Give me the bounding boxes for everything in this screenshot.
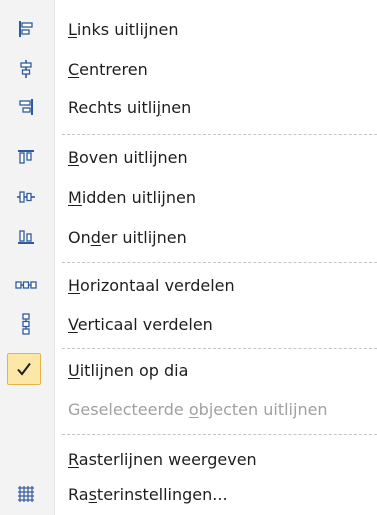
menu-item-grid-settings[interactable]: Rasterinstellingen...: [0, 476, 377, 514]
align-left-icon: [13, 16, 39, 42]
menu-separator: [62, 134, 377, 135]
menu-item-align-right[interactable]: Rechts uitlijnen: [0, 89, 377, 127]
menu-item-label: Verticaal verdelen: [68, 315, 213, 334]
menu-item-label: Horizontaal verdelen: [68, 276, 235, 295]
align-right-icon: [13, 94, 39, 120]
menu-separator: [62, 348, 377, 349]
menu-item-label: Midden uitlijnen: [68, 188, 196, 207]
menu-item-align-bottom[interactable]: Onder uitlijnen: [0, 219, 377, 257]
menu-separator: [62, 262, 377, 263]
align-top-icon: [13, 144, 39, 170]
menu-item-distribute-vertical[interactable]: Verticaal verdelen: [0, 306, 377, 344]
grid-settings-icon: [13, 481, 39, 507]
distribute-horizontal-icon: [13, 272, 39, 298]
align-center-icon: [13, 56, 39, 82]
menu-item-label: Onder uitlijnen: [68, 228, 187, 247]
menu-separator: [62, 434, 377, 435]
menu-item-show-gridlines[interactable]: Rasterlijnen weergeven: [0, 441, 377, 479]
checkmark-icon: [17, 362, 31, 376]
menu-item-label: Centreren: [68, 60, 148, 79]
distribute-vertical-icon: [13, 311, 39, 337]
menu-item-align-top[interactable]: Boven uitlijnen: [0, 139, 377, 177]
menu-item-align-left[interactable]: Links uitlijnen: [0, 11, 377, 49]
align-middle-icon: [13, 184, 39, 210]
menu-item-label: Uitlijnen op dia: [68, 361, 189, 380]
menu-item-align-middle[interactable]: Midden uitlijnen: [0, 179, 377, 217]
menu-item-label: Rasterlijnen weergeven: [68, 450, 257, 469]
align-bottom-icon: [13, 224, 39, 250]
menu-item-label: Geselecteerde objecten uitlijnen: [68, 400, 328, 419]
menu-item-align-to-slide[interactable]: Uitlijnen op dia: [0, 352, 377, 390]
menu-item-align-selected-objects: Geselecteerde objecten uitlijnen: [0, 391, 377, 429]
menu-item-label: Boven uitlijnen: [68, 148, 188, 167]
menu-item-label: Links uitlijnen: [68, 20, 179, 39]
menu-item-label: Rasterinstellingen...: [68, 485, 228, 504]
checked-indicator: [7, 353, 41, 385]
align-context-menu: Links uitlijnen Centreren Rechts uitlijn…: [0, 0, 377, 515]
menu-item-distribute-horizontal[interactable]: Horizontaal verdelen: [0, 267, 377, 305]
menu-item-label: Rechts uitlijnen: [68, 98, 192, 117]
menu-item-center[interactable]: Centreren: [0, 51, 377, 89]
